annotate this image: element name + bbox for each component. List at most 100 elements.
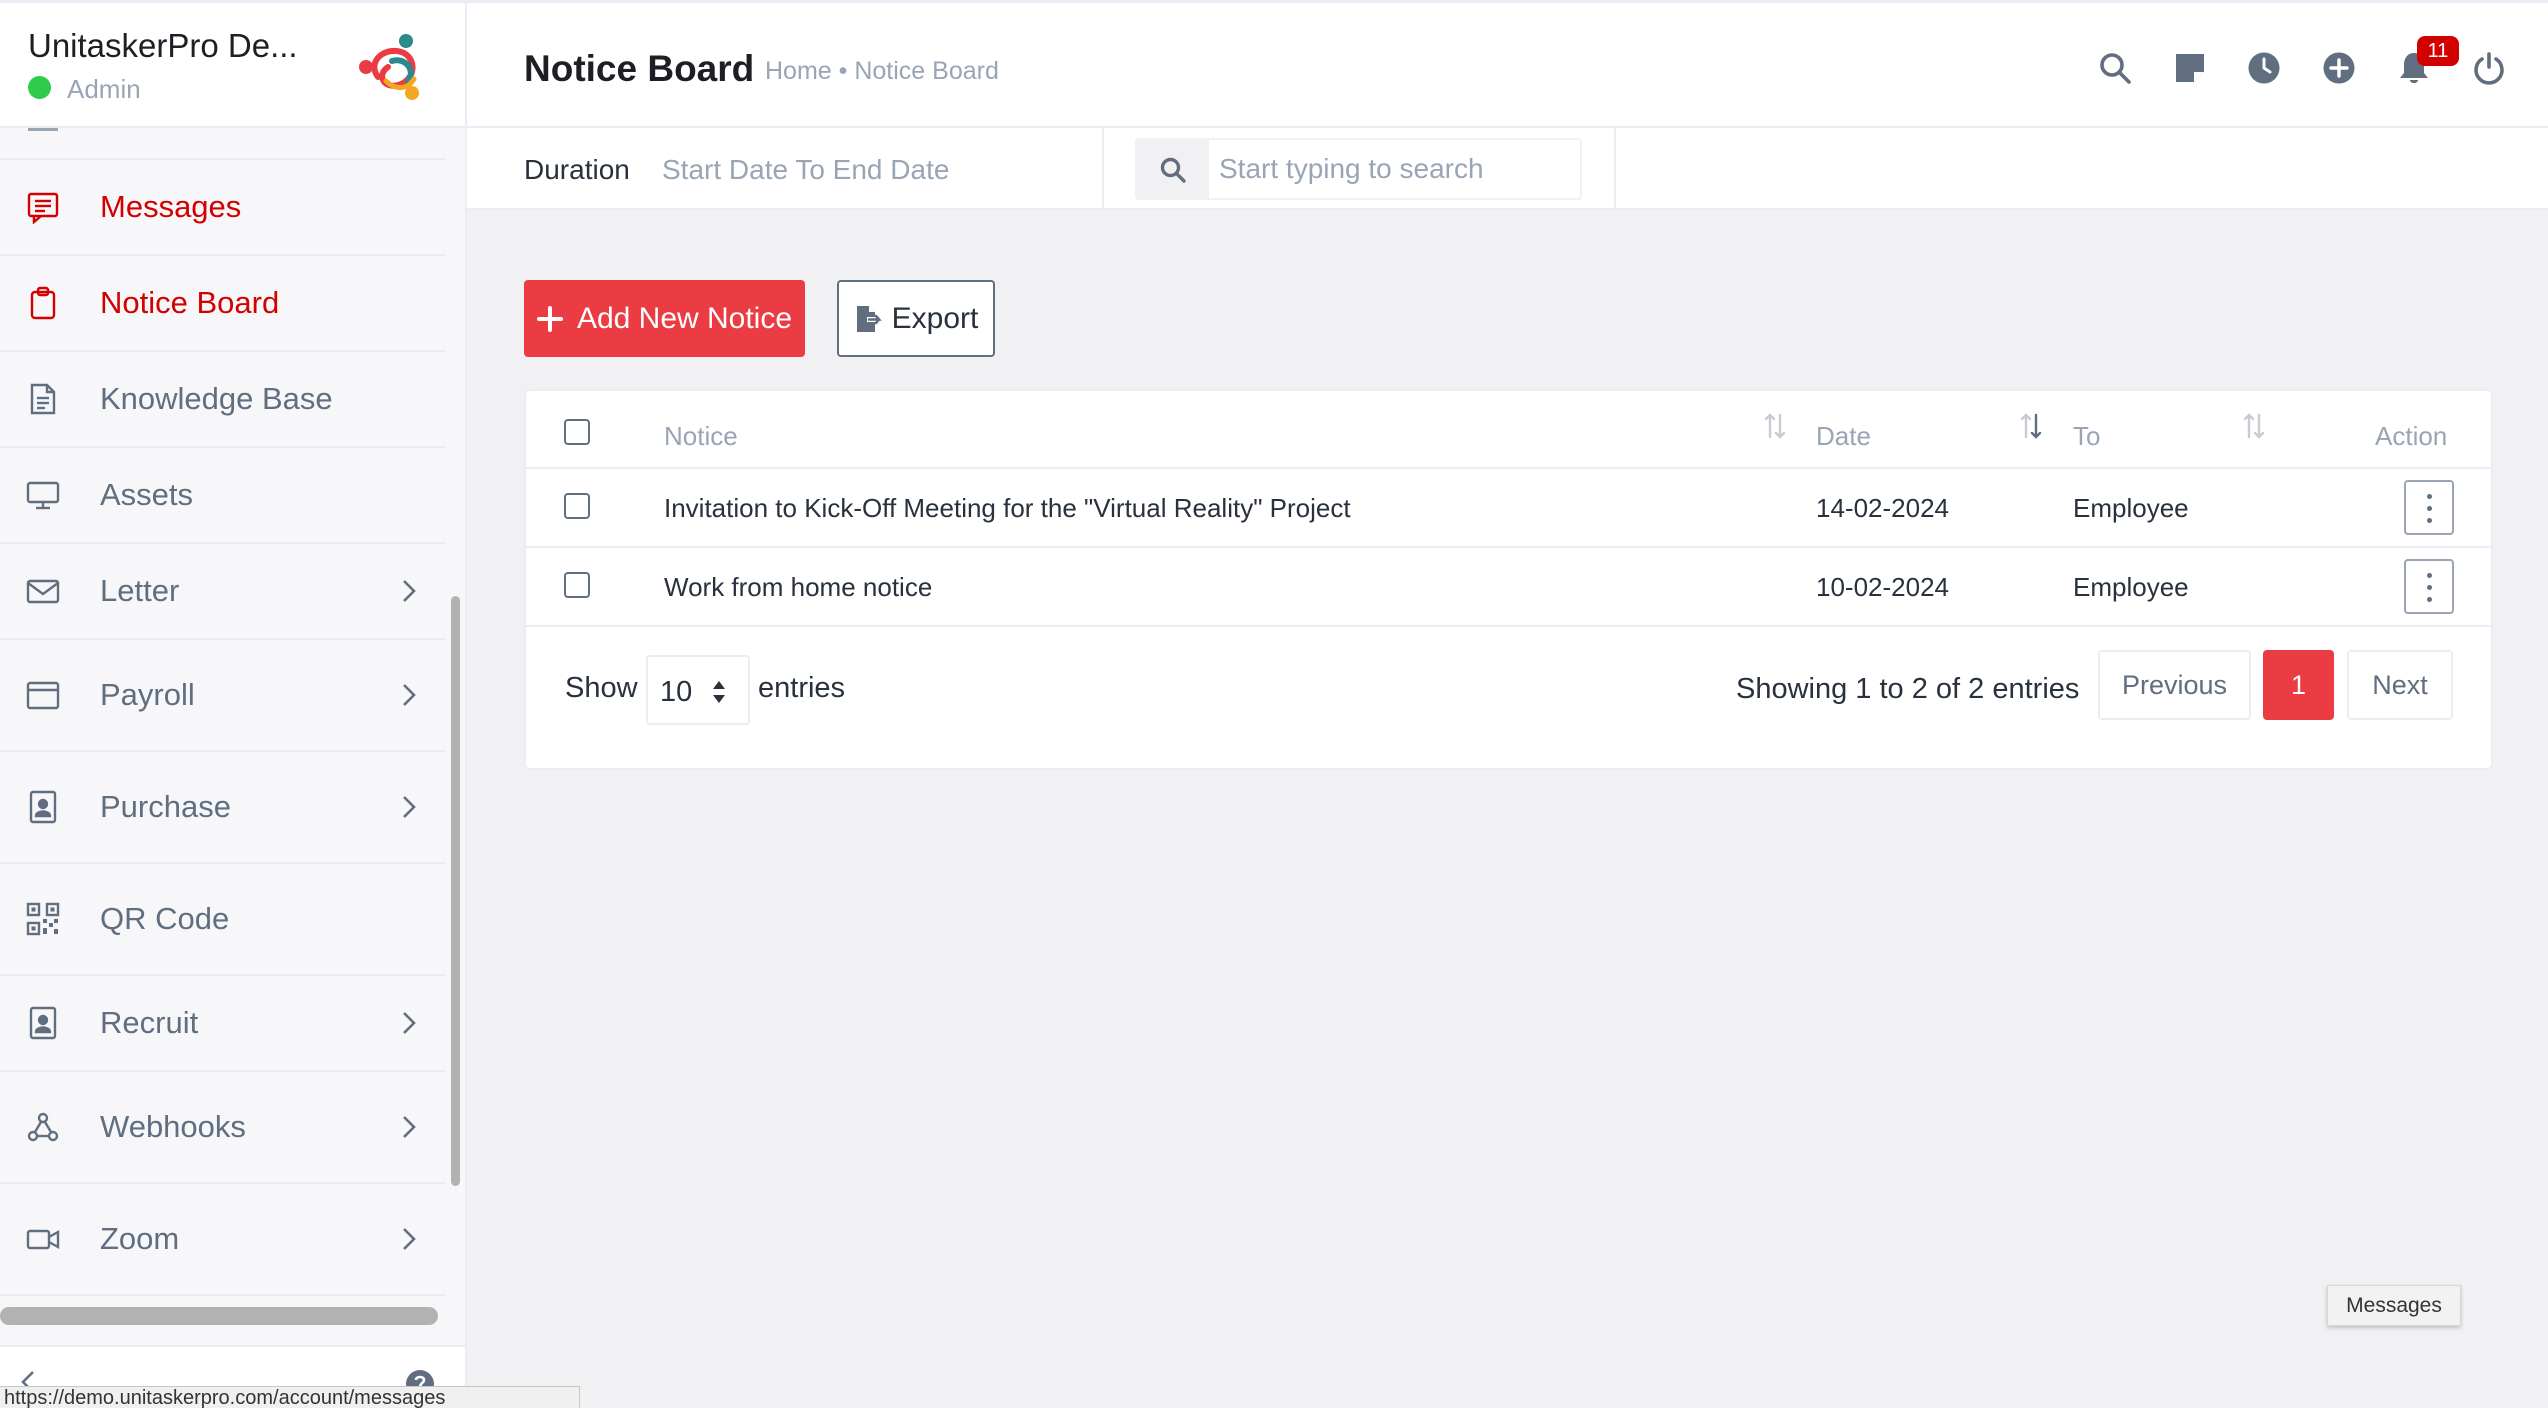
plus-circle-icon[interactable] xyxy=(2322,51,2356,85)
export-button[interactable]: Export xyxy=(837,280,995,357)
notice-date: 14-02-2024 xyxy=(1816,493,1949,523)
sidebar-item-partial[interactable] xyxy=(0,128,446,160)
export-label: Export xyxy=(891,301,979,335)
add-new-notice-button[interactable]: Add New Notice xyxy=(524,280,805,357)
sidebar-horizontal-scrollbar[interactable] xyxy=(0,1307,438,1325)
page-1-button[interactable]: 1 xyxy=(2263,650,2334,720)
chevron-right-icon xyxy=(403,796,416,818)
chevron-right-icon xyxy=(403,684,416,706)
column-header-notice[interactable]: Notice xyxy=(664,421,738,452)
sidebar-item-label: Payroll xyxy=(100,677,195,712)
sidebar-menu: Messages Notice Board Knowledge Base Ass… xyxy=(0,128,446,1296)
sidebar-item-recruit[interactable]: Recruit xyxy=(0,976,446,1072)
user-role: Admin xyxy=(67,74,141,104)
more-vertical-icon xyxy=(2427,585,2432,590)
topbar: Notice Board Home • Notice Board 11 xyxy=(467,0,2548,128)
chat-icon xyxy=(27,192,59,224)
page-title: Notice Board xyxy=(524,48,755,89)
notice-recipient: Employee xyxy=(2073,572,2189,602)
breadcrumb[interactable]: Home • Notice Board xyxy=(765,57,999,86)
sidebar-item-label: Assets xyxy=(100,477,194,512)
more-vertical-icon xyxy=(2427,506,2432,511)
sidebar-item-qr-code[interactable]: QR Code xyxy=(0,864,446,976)
chevron-right-icon xyxy=(403,1116,416,1138)
select-all-checkbox[interactable] xyxy=(564,419,590,445)
row-checkbox[interactable] xyxy=(564,493,590,519)
sidebar-item-webhooks[interactable]: Webhooks xyxy=(0,1072,446,1184)
notification-count-badge: 11 xyxy=(2417,36,2459,66)
sidebar-item-letter[interactable]: Letter xyxy=(0,544,446,640)
select-arrows-icon xyxy=(713,681,725,703)
sidebar-item-label: Knowledge Base xyxy=(100,381,333,416)
table-info: Showing 1 to 2 of 2 entries xyxy=(1736,673,2080,705)
sidebar-item-label: Purchase xyxy=(100,789,231,824)
plus-icon xyxy=(536,305,563,332)
row-checkbox[interactable] xyxy=(564,572,590,598)
sidebar-vertical-scrollbar[interactable] xyxy=(451,596,460,1186)
sidebar-item-notice-board[interactable]: Notice Board xyxy=(0,256,446,352)
column-header-date[interactable]: Date xyxy=(1816,421,1871,452)
chevron-right-icon xyxy=(403,580,416,602)
document-icon xyxy=(30,383,56,415)
notice-date: 10-02-2024 xyxy=(1816,572,1949,602)
file-export-icon xyxy=(856,305,882,332)
sort-descending-icon[interactable] xyxy=(2019,411,2043,441)
sticky-note-icon[interactable] xyxy=(2173,51,2207,85)
search-box xyxy=(1135,138,1582,200)
filter-bar: Duration Start Date To End Date xyxy=(467,128,2548,210)
search-addon xyxy=(1137,140,1209,198)
more-vertical-icon xyxy=(2427,597,2432,602)
sidebar-header: UnitaskerPro De... Admin xyxy=(0,0,465,128)
sidebar-item-label: QR Code xyxy=(100,901,230,936)
company-logo-icon[interactable] xyxy=(356,31,430,105)
id-card-icon xyxy=(29,790,57,824)
search-icon[interactable] xyxy=(2098,51,2132,85)
sort-icon[interactable] xyxy=(1763,411,1787,441)
row-actions-button[interactable] xyxy=(2404,559,2454,614)
sidebar-item-purchase[interactable]: Purchase xyxy=(0,752,446,864)
more-vertical-icon xyxy=(2427,573,2432,578)
sidebar-item-messages[interactable]: Messages xyxy=(0,160,446,256)
divider xyxy=(1614,128,1616,210)
sidebar: UnitaskerPro De... Admin Messages Notice… xyxy=(0,0,467,1408)
table-row[interactable]: Invitation to Kick-Off Meeting for the "… xyxy=(526,469,2491,548)
table-row[interactable]: Work from home notice 10-02-2024 Employe… xyxy=(526,548,2491,627)
sidebar-item-label: Messages xyxy=(100,189,242,224)
add-new-notice-label: Add New Notice xyxy=(576,301,793,335)
column-header-action: Action xyxy=(2375,421,2448,451)
sort-icon[interactable] xyxy=(2242,411,2266,441)
sidebar-item-zoom[interactable]: Zoom xyxy=(0,1184,446,1296)
qr-code-icon xyxy=(26,902,60,936)
chevron-right-icon xyxy=(403,1228,416,1250)
sidebar-item-knowledge-base[interactable]: Knowledge Base xyxy=(0,352,446,448)
clock-icon[interactable] xyxy=(2247,51,2281,85)
date-range-picker[interactable]: Start Date To End Date xyxy=(662,154,949,186)
next-page-button[interactable]: Next xyxy=(2347,650,2453,720)
search-input[interactable] xyxy=(1213,140,1573,198)
chevron-right-icon xyxy=(403,1012,416,1034)
sidebar-item-label: Recruit xyxy=(100,1005,199,1040)
online-status-dot xyxy=(28,76,51,99)
sidebar-item-assets[interactable]: Assets xyxy=(0,448,446,544)
notice-table-card: Notice Date To Action Invitation to Kick… xyxy=(524,389,2493,770)
more-vertical-icon xyxy=(2427,518,2432,523)
status-bar-url: https://demo.unitaskerpro.com/account/me… xyxy=(0,1386,580,1408)
sidebar-item-label: Letter xyxy=(100,573,180,608)
monitor-icon xyxy=(26,481,60,510)
more-vertical-icon xyxy=(2427,494,2432,499)
wallet-icon xyxy=(26,681,60,710)
divider xyxy=(1102,128,1104,210)
power-icon[interactable] xyxy=(2472,51,2506,85)
column-header-to[interactable]: To xyxy=(2073,421,2100,452)
page-length-select[interactable]: 10 xyxy=(646,655,750,725)
previous-page-button[interactable]: Previous xyxy=(2098,650,2251,720)
entries-label: entries xyxy=(758,672,846,704)
envelope-icon xyxy=(26,579,60,604)
row-actions-button[interactable] xyxy=(2404,480,2454,535)
webhook-icon xyxy=(27,1112,59,1142)
notice-title-link[interactable]: Work from home notice xyxy=(664,572,932,603)
notice-title-link[interactable]: Invitation to Kick-Off Meeting for the "… xyxy=(664,493,1351,524)
sidebar-item-label: Zoom xyxy=(100,1221,180,1256)
sidebar-item-payroll[interactable]: Payroll xyxy=(0,640,446,752)
company-name[interactable]: UnitaskerPro De... xyxy=(28,27,298,65)
